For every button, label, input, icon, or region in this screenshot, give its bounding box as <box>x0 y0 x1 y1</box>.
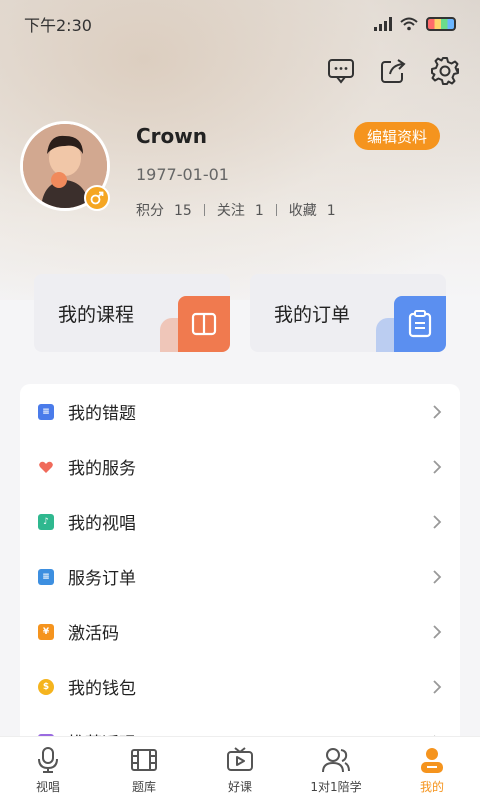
menu-item-my-services[interactable]: 我的服务 <box>20 439 460 494</box>
microphone-icon <box>33 745 63 775</box>
tab-label: 好课 <box>227 780 252 794</box>
heart-hand-icon <box>38 458 54 475</box>
tab-question-bank[interactable]: 题库 <box>96 737 192 800</box>
chevron-right-icon <box>433 569 442 584</box>
sing-icon: ♪ <box>38 513 54 530</box>
tab-me[interactable]: 我的 <box>384 737 480 800</box>
birthday: 1977-01-01 <box>136 165 229 184</box>
menu-item-label: 我的服务 <box>68 459 136 479</box>
stat-label: 积分 <box>136 203 164 219</box>
stat-favorites[interactable]: 收藏 1 <box>289 200 336 220</box>
coupon-icon: ¥ <box>38 623 54 640</box>
edit-profile-button[interactable]: 编辑资料 <box>353 122 440 150</box>
quick-cards: 我的课程 我的订单 <box>20 262 460 368</box>
notebook-icon: ≡ <box>38 403 54 420</box>
stat-following[interactable]: 关注 1 <box>217 200 264 220</box>
bottom-tab-bar: 视唱 题库 好课 1对1陪学 我的 <box>0 736 480 800</box>
stat-value: 1 <box>254 203 264 219</box>
menu-item-label: 我的视唱 <box>68 514 136 534</box>
my-courses-card[interactable]: 我的课程 <box>34 274 230 352</box>
menu-item-wrong-questions[interactable]: ≡ 我的错题 <box>20 384 460 439</box>
male-gender-icon <box>84 185 110 211</box>
message-icon <box>328 59 354 84</box>
battery-icon <box>426 17 456 31</box>
document-icon: ≡ <box>38 568 54 585</box>
clipboard-icon <box>394 296 446 352</box>
money-bag-icon: $ <box>38 678 54 695</box>
header-actions <box>324 54 462 88</box>
stat-points[interactable]: 积分 15 <box>136 200 192 220</box>
wifi-icon <box>400 17 418 31</box>
share-button[interactable] <box>376 54 410 88</box>
stat-label: 关注 <box>216 203 245 219</box>
tab-label: 视唱 <box>35 780 60 794</box>
message-button[interactable] <box>324 54 358 88</box>
stat-label: 收藏 <box>288 203 317 219</box>
book-icon <box>178 296 230 352</box>
menu-item-activation-code[interactable]: ¥ 激活码 <box>20 604 460 659</box>
settings-button[interactable] <box>428 54 462 88</box>
tab-singing[interactable]: 视唱 <box>0 737 96 800</box>
chevron-right-icon <box>433 459 442 474</box>
tab-label: 题库 <box>131 780 156 794</box>
chevron-right-icon <box>433 679 442 694</box>
tab-tutoring[interactable]: 1对1陪学 <box>288 737 384 800</box>
film-icon <box>129 745 159 775</box>
share-icon <box>381 59 406 83</box>
chevron-right-icon <box>433 624 442 639</box>
stat-value: 1 <box>326 203 336 219</box>
status-indicators <box>374 17 456 31</box>
status-time: 下午2:30 <box>24 16 92 35</box>
chevron-right-icon <box>433 514 442 529</box>
tab-courses[interactable]: 好课 <box>192 737 288 800</box>
person-icon <box>417 745 447 775</box>
signal-icon <box>374 17 392 31</box>
username: Crown <box>136 124 207 148</box>
card-label: 我的订单 <box>274 304 351 326</box>
menu-item-service-orders[interactable]: ≡ 服务订单 <box>20 549 460 604</box>
people-icon <box>321 745 351 775</box>
stat-value: 15 <box>174 203 192 219</box>
status-bar: 下午2:30 <box>0 0 480 48</box>
tv-play-icon <box>225 745 255 775</box>
tab-label: 我的 <box>419 780 444 794</box>
card-label: 我的课程 <box>58 304 135 326</box>
menu-item-label: 我的错题 <box>68 404 136 424</box>
my-orders-card[interactable]: 我的订单 <box>250 274 446 352</box>
menu-item-label: 我的钱包 <box>68 679 136 699</box>
menu-item-my-wallet[interactable]: $ 我的钱包 <box>20 659 460 714</box>
menu-item-label: 服务订单 <box>68 569 136 589</box>
divider <box>203 204 205 216</box>
divider <box>275 204 277 216</box>
menu-item-label: 激活码 <box>68 624 119 644</box>
tab-label: 1对1陪学 <box>310 780 362 794</box>
chevron-right-icon <box>433 404 442 419</box>
menu-list: ≡ 我的错题 我的服务 ♪ 我的视唱 ≡ 服务订单 ¥ 激活码 $ 我的钱包 ≡… <box>20 384 460 744</box>
menu-item-my-singing[interactable]: ♪ 我的视唱 <box>20 494 460 549</box>
profile-stats: 积分 15 关注 1 收藏 1 <box>136 200 336 220</box>
gear-icon <box>431 57 459 85</box>
